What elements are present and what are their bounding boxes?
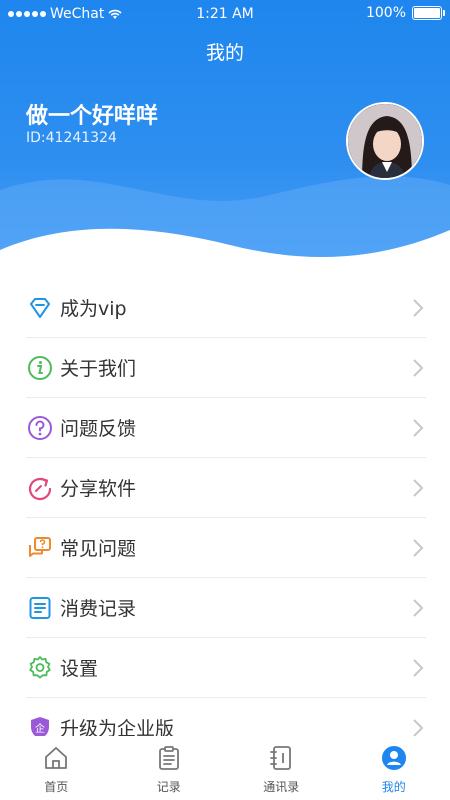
svg-text:企: 企	[35, 722, 45, 735]
tab-label: 记录	[156, 780, 181, 794]
chevron-right-icon	[413, 719, 424, 737]
menu-label: 设置	[60, 658, 99, 680]
tab-label: 首页	[44, 780, 69, 794]
chevron-right-icon	[413, 539, 424, 557]
battery-status: 100%	[365, 5, 445, 21]
menu-label: 关于我们	[60, 358, 137, 380]
faq-icon	[26, 534, 54, 562]
home-icon	[45, 747, 68, 769]
chevron-right-icon	[413, 299, 424, 317]
menu-item-settings[interactable]: 设置	[26, 638, 426, 698]
chevron-right-icon	[413, 659, 424, 677]
menu-item-about[interactable]: 关于我们	[26, 338, 426, 398]
info-icon	[26, 354, 54, 382]
user-name: 做一个好咩咩	[26, 104, 159, 129]
tab-contacts[interactable]: 通讯录	[225, 736, 338, 800]
chevron-right-icon	[413, 479, 424, 497]
chevron-right-icon	[413, 419, 424, 437]
avatar[interactable]	[346, 102, 424, 180]
diamond-icon	[26, 294, 54, 322]
tab-label: 我的	[381, 780, 406, 794]
menu-item-vip[interactable]: 成为vip	[26, 278, 426, 338]
clipboard-icon	[158, 746, 179, 770]
user-icon	[381, 746, 406, 770]
tab-records[interactable]: 记录	[113, 736, 226, 800]
menu-item-purchase-history[interactable]: 消费记录	[26, 578, 426, 638]
gear-icon	[26, 654, 54, 682]
menu-label: 成为vip	[60, 298, 127, 320]
menu-item-faq[interactable]: 常见问题	[26, 518, 426, 578]
share-icon	[26, 474, 54, 502]
status-bar: WeChat 1:21 AM 100%	[0, 0, 450, 30]
page-title: 我的	[205, 42, 244, 64]
contacts-book-icon	[270, 746, 292, 770]
tab-label: 通讯录	[263, 780, 300, 794]
menu-label: 消费记录	[60, 598, 137, 620]
menu-label: 常见问题	[60, 538, 137, 560]
menu-label: 问题反馈	[60, 418, 137, 440]
bottom-tab-bar: 首页 记录 通讯录 我的	[0, 736, 450, 800]
chevron-right-icon	[413, 359, 424, 377]
menu-item-feedback[interactable]: 问题反馈	[26, 398, 426, 458]
profile-header: WeChat 1:21 AM 100% 我的 做一个好咩咩 ID:4124132…	[0, 0, 450, 275]
tab-home[interactable]: 首页	[0, 736, 113, 800]
menu-item-share[interactable]: 分享软件	[26, 458, 426, 518]
menu-label: 分享软件	[60, 478, 137, 500]
document-icon	[26, 594, 54, 622]
battery-percent: 100%	[365, 5, 406, 21]
battery-icon	[412, 6, 445, 20]
question-icon	[26, 414, 54, 442]
tab-me[interactable]: 我的	[338, 736, 450, 800]
settings-menu: 成为vip 关于我们 问题反馈 分享软件 常见问题 消费记录 设置 企 升级为企…	[26, 278, 426, 758]
user-id: ID:41241324	[26, 130, 117, 146]
chevron-right-icon	[413, 599, 424, 617]
